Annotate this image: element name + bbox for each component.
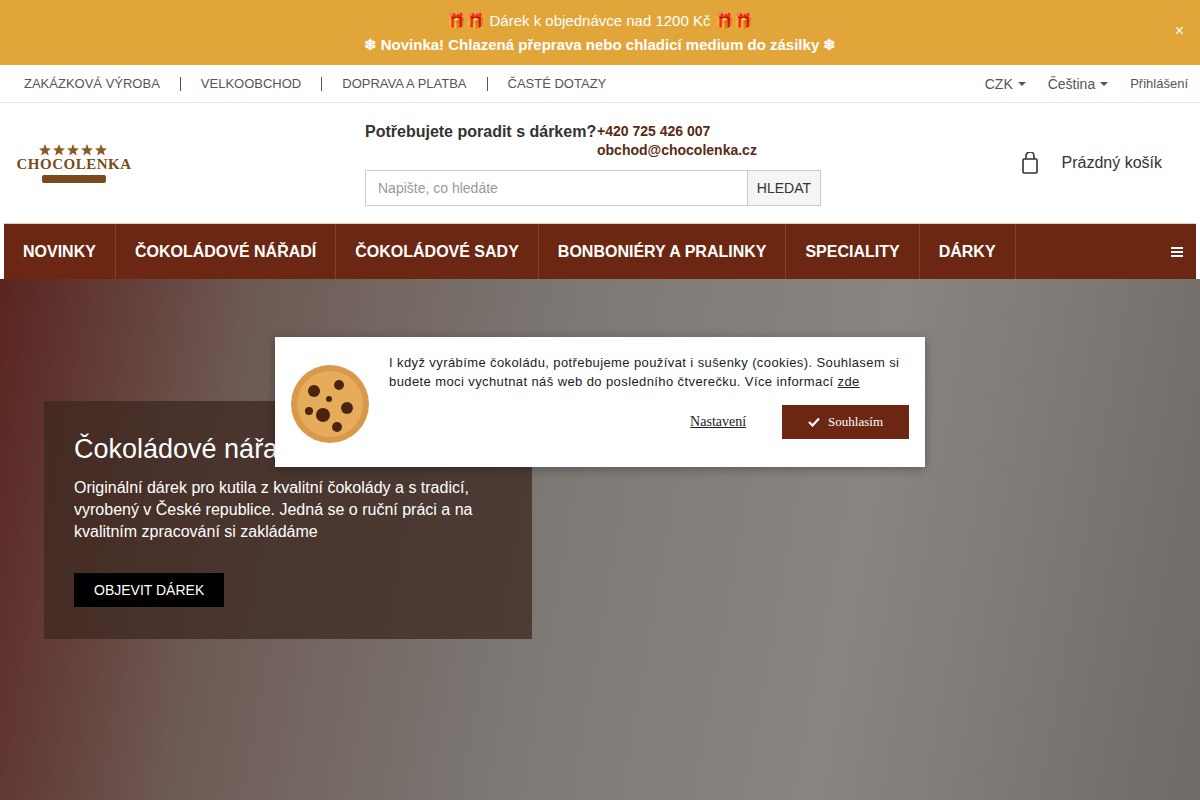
hero-button[interactable]: OBJEVIT DÁREK <box>74 573 224 607</box>
nav-item[interactable]: ČOKOLÁDOVÉ NÁŘADÍ <box>116 224 336 279</box>
top-link[interactable]: ČASTÉ DOTAZY <box>487 77 627 91</box>
search-input[interactable] <box>365 170 748 206</box>
nav-item[interactable]: BONBONIÉRY A PRALINKY <box>539 224 787 279</box>
cart-text: Prázdný košík <box>1062 154 1162 172</box>
help-text: Potřebujete poradit s dárkem? <box>365 121 597 143</box>
top-link[interactable]: DOPRAVA A PLATBA <box>321 77 486 91</box>
accept-button[interactable]: Souhlasím <box>782 405 909 439</box>
close-button[interactable]: × <box>1175 22 1184 40</box>
stars-icon <box>39 144 109 156</box>
currency-select[interactable]: CZK <box>985 76 1026 92</box>
language-select[interactable]: Čeština <box>1048 76 1108 92</box>
cookie-icon <box>289 363 371 445</box>
login-link[interactable]: Přihlášení <box>1130 76 1188 91</box>
announcement-text: 🎁🎁 Dárek k objednávce nad 1200 Kč 🎁🎁 <box>447 11 752 30</box>
cart[interactable]: Prázdný košík <box>1022 152 1162 174</box>
main-nav: NOVINKYČOKOLÁDOVÉ NÁŘADÍČOKOLÁDOVÉ SADYB… <box>4 223 1196 279</box>
header: CHOCOLENKA Potřebujete poradit s dárkem?+… <box>0 103 1200 223</box>
nav-item[interactable]: NOVINKY <box>4 224 116 279</box>
announcement-text: ❄ Novinka! Chlazená přeprava nebo chladi… <box>364 35 837 54</box>
cookie-dialog: I když vyrábíme čokoládu, potřebujeme po… <box>275 337 925 467</box>
more-info-link[interactable]: zde <box>838 374 860 389</box>
settings-link[interactable]: Nastavení <box>690 414 746 430</box>
top-links-bar: ZAKÁZKOVÁ VÝROBAVELKOOBCHODDOPRAVA A PLA… <box>0 65 1200 103</box>
logo[interactable]: CHOCOLENKA <box>24 144 124 183</box>
hero-text: Originální dárek pro kutila z kvalitní č… <box>74 477 502 543</box>
logo-ribbon <box>42 175 106 183</box>
cookie-text: I když vyrábíme čokoládu, potřebujeme po… <box>389 353 909 391</box>
hero-banner: Čokoládové nářaOriginální dárek pro kuti… <box>0 279 1200 800</box>
logo-text: CHOCOLENKA <box>17 156 132 173</box>
nav-item[interactable]: DÁRKY <box>920 224 1016 279</box>
search-form: HLEDAT <box>365 170 821 206</box>
menu-icon[interactable] <box>1170 245 1184 259</box>
search-button[interactable]: HLEDAT <box>748 170 821 206</box>
top-link[interactable]: VELKOOBCHOD <box>180 77 321 91</box>
phone-link[interactable]: +420 725 426 007 <box>597 122 757 141</box>
top-link[interactable]: ZAKÁZKOVÁ VÝROBA <box>24 77 180 91</box>
announcement-bar: 🎁🎁 Dárek k objednávce nad 1200 Kč 🎁🎁 ❄ No… <box>0 0 1200 65</box>
cart-icon <box>1022 152 1038 174</box>
email-link[interactable]: obchod@chocolenka.cz <box>597 141 757 160</box>
nav-item[interactable]: ČOKOLÁDOVÉ SADY <box>336 224 539 279</box>
nav-item[interactable]: SPECIALITY <box>786 224 919 279</box>
page: 🎁🎁 Dárek k objednávce nad 1200 Kč 🎁🎁 ❄ No… <box>0 0 1200 800</box>
check-icon <box>808 417 820 427</box>
